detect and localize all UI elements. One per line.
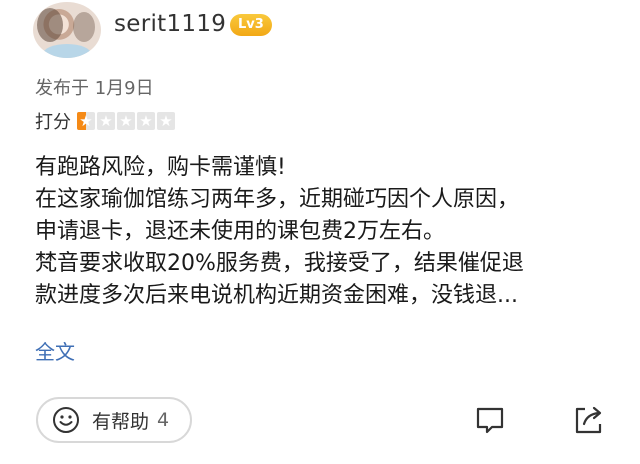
review-line: 款进度多次后来电说机构近期资金困难，没钱退... <box>35 283 518 308</box>
user-avatar[interactable] <box>33 2 101 58</box>
star-icon: ★ <box>157 112 175 130</box>
review-line: 申请退卡，退还未使用的课包费2万左右。 <box>35 219 445 244</box>
avatar-figure-left <box>37 8 63 42</box>
comment-icon[interactable] <box>473 403 507 437</box>
helpful-count: 4 <box>157 409 170 431</box>
smile-icon <box>53 407 79 433</box>
avatar-figure-right <box>73 12 95 42</box>
level-badge: Lv3 <box>230 14 272 36</box>
star-icon: ★ <box>117 112 135 130</box>
star-icon: ★ <box>77 112 95 130</box>
star-icon: ★ <box>137 112 155 130</box>
rating-row: 打分 ★ ★ ★ ★ ★ <box>35 108 175 134</box>
review-line: 梵音要求收取20%服务费，我接受了，结果催促退 <box>35 251 524 276</box>
share-icon[interactable] <box>571 403 605 437</box>
full-text-link[interactable]: 全文 <box>35 336 75 365</box>
helpful-button[interactable]: 有帮助 4 <box>36 397 192 443</box>
star-rating: ★ ★ ★ ★ ★ <box>77 112 175 130</box>
rating-label: 打分 <box>35 112 71 133</box>
star-icon: ★ <box>97 112 115 130</box>
avatar-figure-body <box>43 44 91 58</box>
helpful-label: 有帮助 <box>92 410 150 433</box>
publish-date: 发布于 1月9日 <box>35 78 154 99</box>
review-text: 有跑路风险，购卡需谨慎! 在这家瑜伽馆练习两年多，近期碰巧因个人原因， 申请退卡，退… <box>35 152 620 312</box>
review-line: 在这家瑜伽馆练习两年多，近期碰巧因个人原因， <box>35 187 520 212</box>
username[interactable]: serit1119 <box>114 11 226 37</box>
review-line: 有跑路风险，购卡需谨慎! <box>35 155 286 180</box>
